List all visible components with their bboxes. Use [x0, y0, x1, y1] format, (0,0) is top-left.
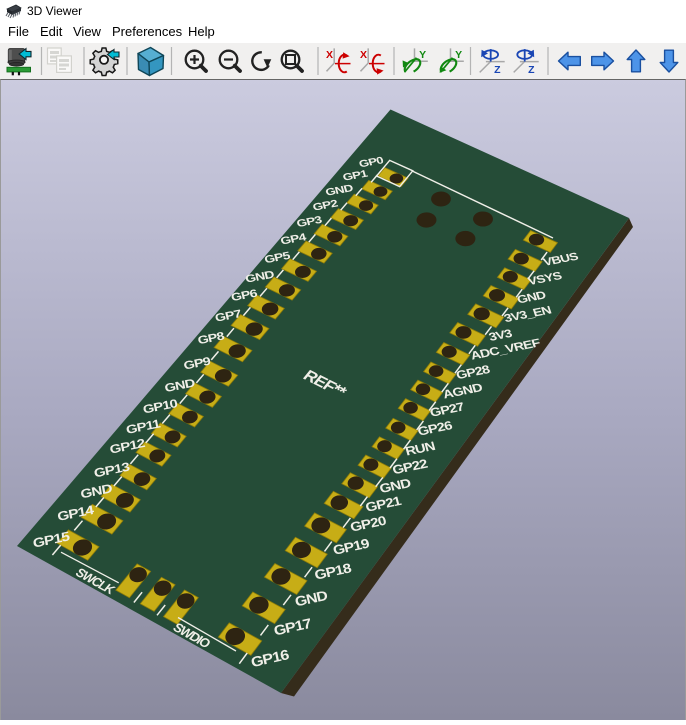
svg-text:Y: Y — [455, 49, 462, 61]
svg-text:Z: Z — [528, 64, 535, 76]
svg-text:X: X — [326, 49, 333, 61]
svg-text:Y: Y — [419, 49, 426, 61]
svg-text:Z: Z — [494, 64, 501, 76]
svg-text:X: X — [360, 49, 367, 61]
